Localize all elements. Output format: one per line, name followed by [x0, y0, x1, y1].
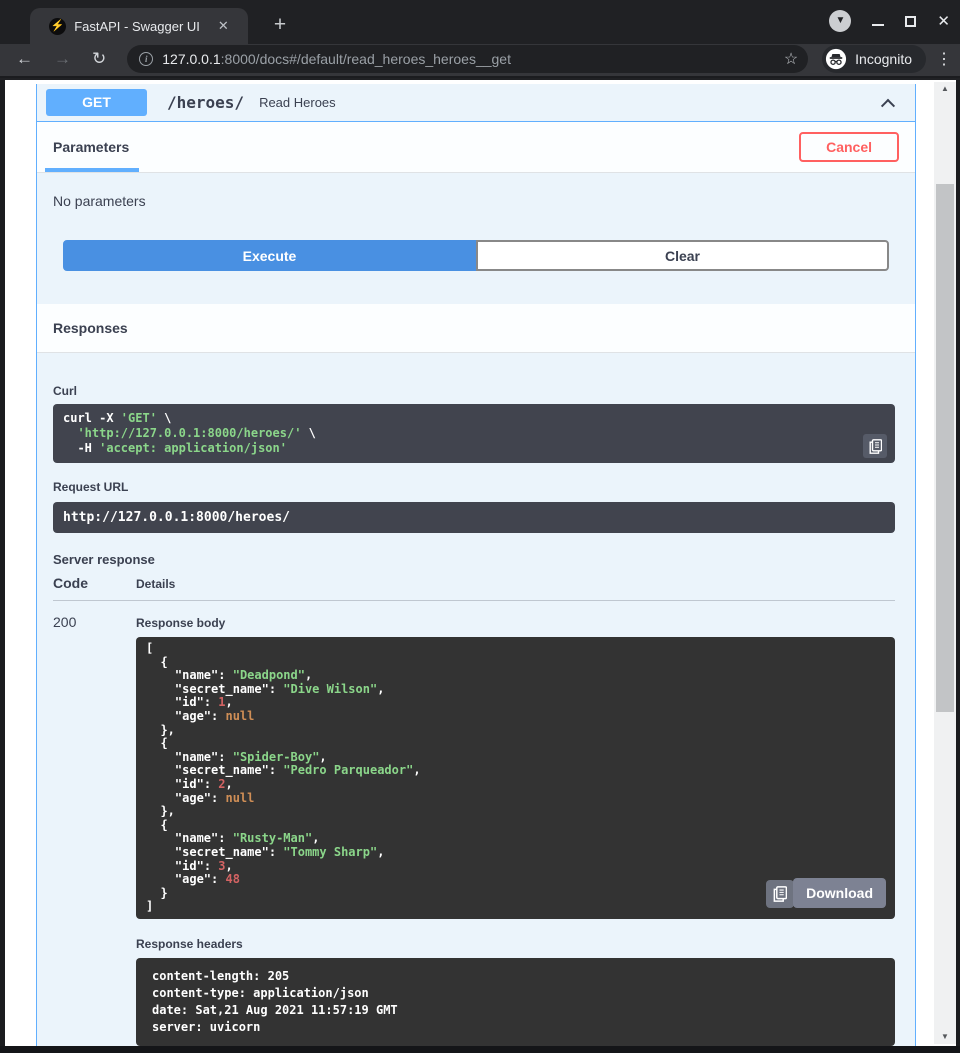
server-response-label: Server response	[53, 552, 895, 567]
code-column-header: Code	[53, 575, 136, 591]
minimize-icon[interactable]	[872, 24, 884, 26]
copy-curl-icon[interactable]	[863, 434, 887, 458]
execute-button[interactable]: Execute	[63, 240, 476, 271]
close-window-icon[interactable]: ✕	[937, 14, 950, 29]
download-button[interactable]: Download	[793, 878, 886, 908]
opblock-summary[interactable]: GET /heroes/ Read Heroes	[37, 84, 915, 122]
address-bar[interactable]: i 127.0.0.1:8000/docs#/default/read_hero…	[127, 45, 808, 73]
site-info-icon[interactable]: i	[139, 52, 153, 66]
opblock-get-heroes: GET /heroes/ Read Heroes Parameters Canc…	[36, 84, 916, 1046]
scroll-up-icon[interactable]: ▲	[934, 82, 956, 96]
active-tab-underline	[45, 168, 139, 172]
response-headers-label: Response headers	[136, 937, 895, 951]
request-url-text: http://127.0.0.1:8000/heroes/	[63, 510, 290, 525]
response-headers-text: content-length: 205 content-type: applic…	[152, 969, 398, 1034]
status-code: 200	[53, 614, 136, 1046]
response-headers-block: content-length: 205 content-type: applic…	[136, 958, 895, 1046]
curl-command-block: curl -X 'GET' \ 'http://127.0.0.1:8000/h…	[53, 404, 895, 463]
response-body-json: [ { "name": "Deadpond", "secret_name": "…	[146, 641, 421, 913]
request-url-block: http://127.0.0.1:8000/heroes/	[53, 502, 895, 533]
cancel-button[interactable]: Cancel	[799, 132, 899, 162]
curl-command-text: curl -X 'GET' \ 'http://127.0.0.1:8000/h…	[63, 411, 316, 455]
page-scrollbar[interactable]: ▲ ▼	[934, 82, 956, 1044]
window-controls: ▼ ✕	[829, 10, 950, 32]
parameters-header: Parameters Cancel	[37, 122, 915, 173]
scrollbar-thumb[interactable]	[936, 184, 954, 712]
forward-icon[interactable]: →	[54, 49, 71, 69]
browser-tab[interactable]: ⚡ FastAPI - Swagger UI ✕	[30, 8, 248, 44]
responses-title: Responses	[53, 320, 128, 336]
incognito-label: Incognito	[855, 51, 912, 67]
back-icon[interactable]: ←	[16, 49, 33, 69]
collapse-chevron-icon[interactable]	[881, 98, 895, 112]
tab-close-icon[interactable]: ✕	[218, 18, 229, 34]
tab-search-icon[interactable]: ▼	[829, 10, 851, 32]
url-path: :8000/docs#/default/read_heroes_heroes__…	[221, 51, 511, 67]
response-table-header: Code Details	[53, 575, 895, 601]
responses-body: Curl curl -X 'GET' \ 'http://127.0.0.1:8…	[37, 353, 915, 1046]
page-content: GET /heroes/ Read Heroes Parameters Canc…	[0, 80, 960, 1046]
curl-label: Curl	[53, 384, 895, 398]
responses-header: Responses	[37, 304, 915, 353]
tab-strip: ⚡ FastAPI - Swagger UI ✕ + ▼ ✕	[0, 0, 960, 44]
incognito-icon	[825, 48, 847, 70]
response-row-200: 200 Response body [ { "name": "Deadpond"…	[53, 601, 895, 1046]
no-parameters-text: No parameters	[37, 173, 915, 235]
response-body-block: [ { "name": "Deadpond", "secret_name": "…	[136, 637, 895, 919]
details-column-header: Details	[136, 577, 175, 591]
request-url-label: Request URL	[53, 480, 895, 494]
incognito-badge: Incognito	[822, 45, 926, 73]
maximize-icon[interactable]	[905, 16, 916, 27]
new-tab-button[interactable]: +	[268, 13, 292, 37]
clear-button[interactable]: Clear	[476, 240, 889, 271]
browser-window: ⚡ FastAPI - Swagger UI ✕ + ▼ ✕ ← → ↻ i 1…	[0, 0, 960, 1053]
http-method-badge: GET	[46, 89, 147, 116]
tab-title: FastAPI - Swagger UI	[74, 19, 200, 34]
bookmark-star-icon[interactable]: ☆	[784, 49, 798, 69]
browser-toolbar: ← → ↻ i 127.0.0.1:8000/docs#/default/rea…	[0, 44, 960, 78]
response-body-label: Response body	[136, 616, 895, 630]
reload-icon[interactable]: ↻	[92, 49, 106, 69]
url-host: 127.0.0.1	[162, 51, 220, 67]
browser-menu-icon[interactable]: ⋮	[936, 49, 950, 69]
execute-button-group: Execute Clear	[37, 235, 915, 304]
fastapi-favicon-icon: ⚡	[49, 18, 66, 35]
endpoint-summary: Read Heroes	[259, 95, 336, 110]
window-bottom-edge	[0, 1046, 960, 1053]
parameters-title: Parameters	[53, 139, 129, 155]
scroll-down-icon[interactable]: ▼	[934, 1030, 956, 1044]
server-response-table: Code Details 200 Response body [ { "name…	[53, 575, 895, 1046]
copy-response-icon[interactable]	[766, 880, 794, 908]
endpoint-path: /heroes/	[167, 93, 244, 112]
url-text[interactable]: 127.0.0.1:8000/docs#/default/read_heroes…	[162, 51, 511, 67]
